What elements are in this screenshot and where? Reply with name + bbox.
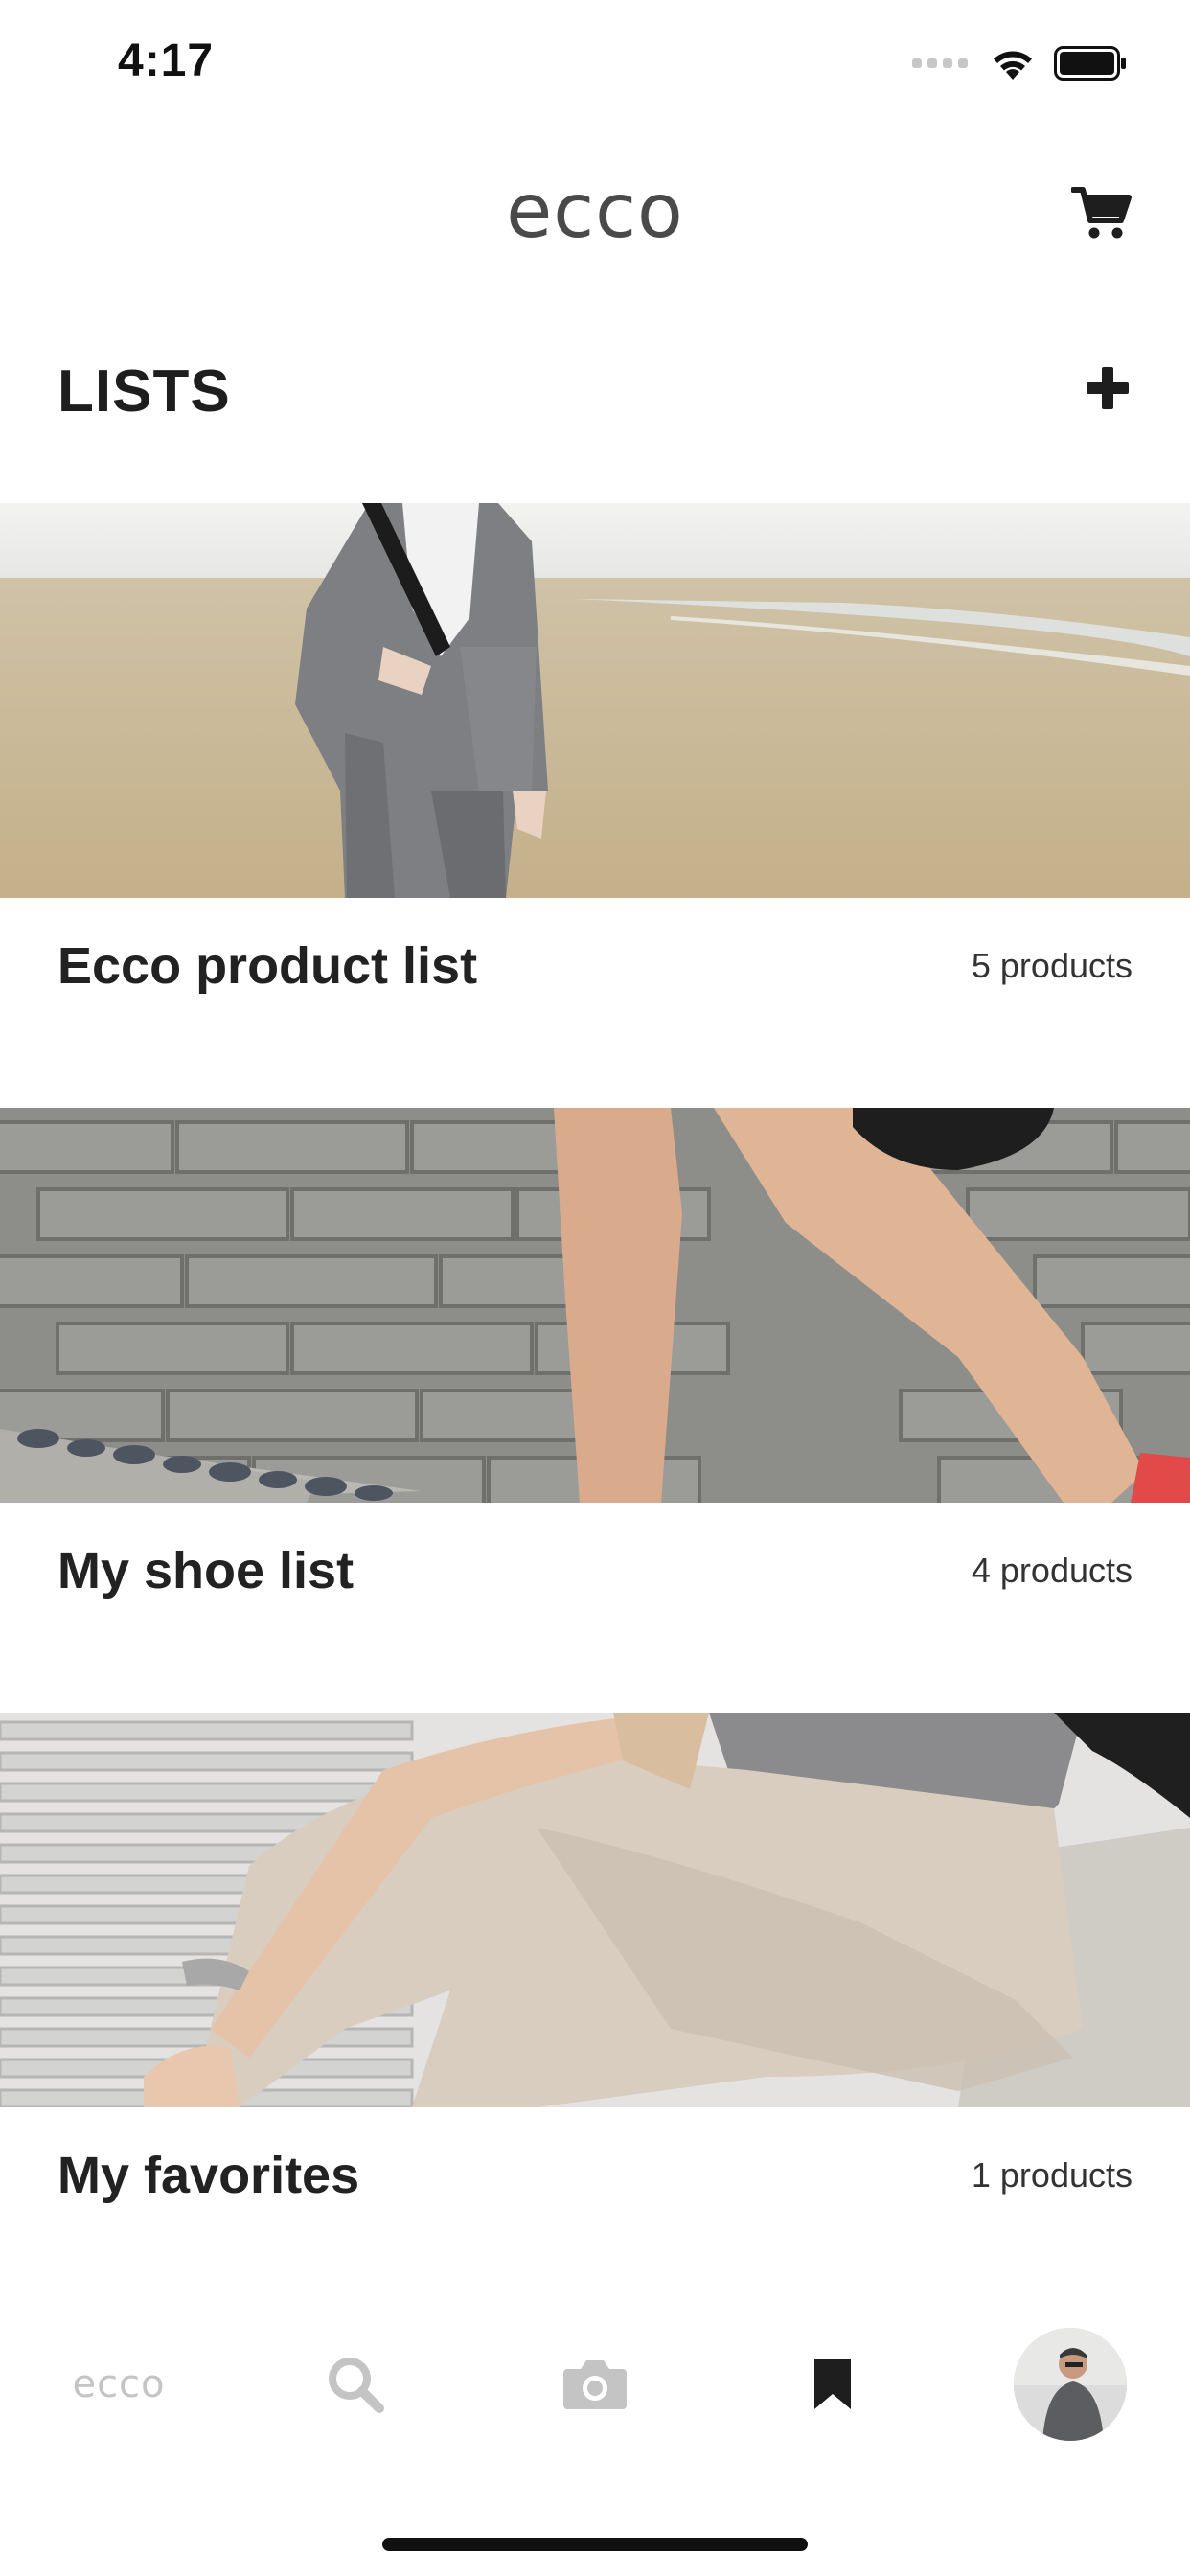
list-cover-image xyxy=(0,1108,1190,1503)
brand-logo[interactable]: ecco xyxy=(496,169,694,255)
tab-home[interactable]: ecco xyxy=(57,2327,180,2442)
list-product-count: 5 products xyxy=(971,946,1133,985)
list-name: Ecco product list xyxy=(57,937,478,995)
list-name: My favorites xyxy=(57,2147,360,2204)
home-indicator[interactable] xyxy=(382,2538,808,2551)
app-header: ecco xyxy=(0,126,1190,299)
cellular-signal-icon xyxy=(912,58,968,68)
list-card-ecco-product-list[interactable]: Ecco product list 5 products xyxy=(0,503,1190,1107)
tab-search[interactable] xyxy=(321,2327,390,2442)
tab-saved[interactable] xyxy=(805,2327,860,2442)
list-card-my-favorites[interactable]: My favorites 1 products xyxy=(0,1713,1190,2316)
tab-camera[interactable] xyxy=(560,2327,630,2442)
add-list-button[interactable] xyxy=(1081,361,1134,415)
list-cover-image xyxy=(0,503,1190,898)
tab-bar: ecco xyxy=(0,2319,1190,2463)
camera-icon xyxy=(563,2360,627,2409)
bookmark-icon xyxy=(814,2359,851,2409)
search-icon xyxy=(329,2358,384,2413)
status-time: 4:17 xyxy=(118,35,215,86)
page-title: LISTS xyxy=(57,358,231,425)
list-product-count: 4 products xyxy=(971,1551,1133,1590)
ecco-logo-icon: ecco xyxy=(72,2362,166,2406)
list-name: My shoe list xyxy=(57,1542,355,1599)
wifi-icon xyxy=(989,45,1037,81)
status-icons xyxy=(912,42,1127,84)
tab-profile[interactable] xyxy=(1013,2327,1128,2442)
cart-button[interactable] xyxy=(1070,184,1133,242)
battery-icon xyxy=(1054,46,1127,80)
list-product-count: 1 products xyxy=(971,2155,1133,2195)
status-bar: 4:17 xyxy=(0,0,1190,126)
avatar xyxy=(1014,2328,1127,2441)
plus-icon xyxy=(1087,367,1129,409)
lists-header: LISTS xyxy=(0,340,1190,436)
cart-icon xyxy=(1070,187,1132,239)
list-cover-image xyxy=(0,1713,1190,2107)
list-card-my-shoe-list[interactable]: My shoe list 4 products xyxy=(0,1108,1190,1712)
